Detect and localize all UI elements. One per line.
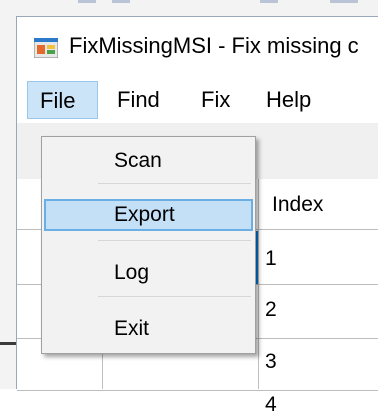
menu-item-exit[interactable]: Exit	[44, 313, 253, 345]
menu-bar: File Find Fix Help	[17, 75, 378, 123]
menu-separator	[98, 240, 251, 241]
background-strip	[112, 0, 130, 3]
menu-item-export[interactable]: Export	[44, 199, 253, 231]
title-bar[interactable]: FixMissingMSI - Fix missing c	[17, 17, 378, 75]
table-row-index[interactable]: 3	[265, 350, 277, 374]
menu-item-scan[interactable]: Scan	[44, 145, 253, 177]
file-menu-dropdown: Scan Export Log Exit	[41, 136, 256, 354]
background-left	[0, 16, 16, 389]
menu-separator	[98, 296, 251, 297]
menu-item-log[interactable]: Log	[44, 257, 253, 289]
background-strip	[260, 0, 278, 3]
background-strip	[78, 0, 96, 3]
menu-file[interactable]: File	[27, 81, 98, 119]
background-mark	[0, 342, 16, 345]
window-title: FixMissingMSI - Fix missing c	[69, 33, 359, 58]
menu-help[interactable]: Help	[266, 81, 311, 119]
background-strip	[330, 0, 358, 3]
menu-find[interactable]: Find	[117, 81, 160, 119]
grid-row-divider	[17, 390, 378, 391]
column-header-index[interactable]: Index	[272, 193, 323, 217]
app-window-icon	[33, 37, 59, 59]
menu-fix[interactable]: Fix	[201, 81, 230, 119]
table-row-index[interactable]: 4	[265, 393, 277, 417]
table-row-index[interactable]: 2	[265, 298, 277, 322]
background-desktop	[0, 0, 378, 16]
app-window: FixMissingMSI - Fix missing c File Find …	[16, 16, 378, 416]
table-row-index[interactable]: 1	[265, 247, 277, 271]
menu-separator	[98, 183, 251, 184]
